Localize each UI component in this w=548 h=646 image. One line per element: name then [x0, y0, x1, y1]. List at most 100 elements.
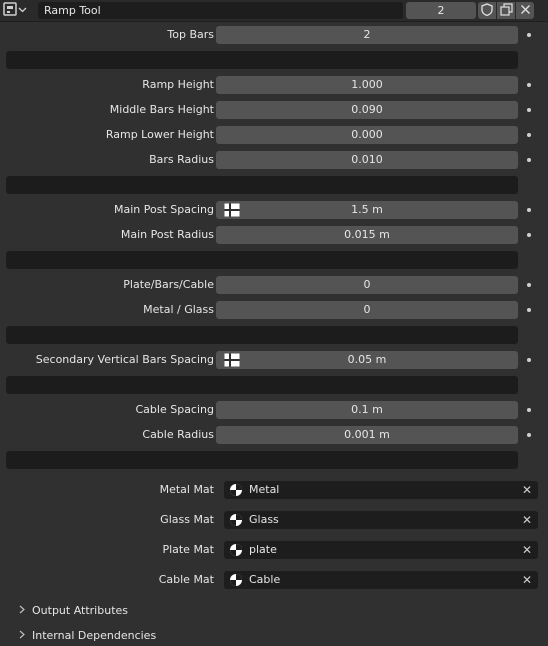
field-label: Plate Mat	[162, 543, 214, 556]
input-row-metal-glass: Metal / Glass 0	[0, 300, 548, 320]
input-row-cable-radius: Cable Radius 0.001 m	[0, 425, 548, 445]
node-tree-type-dropdown[interactable]	[3, 2, 35, 19]
close-icon[interactable]: ✕	[522, 481, 532, 499]
input-row-cable-mat: Cable Mat Cable ✕	[0, 570, 548, 590]
plate-mat-field[interactable]: plate ✕	[224, 541, 538, 559]
socket-dot-icon	[527, 408, 531, 412]
close-icon[interactable]: ✕	[522, 541, 532, 559]
input-row-ramp-height: Ramp Height 1.000	[0, 75, 548, 95]
node-header: Ramp Tool 2	[0, 0, 548, 22]
material-icon	[229, 543, 243, 560]
field-label: Bars Radius	[149, 153, 214, 166]
fake-user-button[interactable]	[478, 2, 496, 19]
top-bars-field[interactable]: 2	[216, 26, 518, 44]
metal-mat-field[interactable]: Metal ✕	[224, 481, 538, 499]
socket-dot-icon	[527, 233, 531, 237]
subpanel-label: Internal Dependencies	[32, 629, 157, 642]
metal-glass-field[interactable]: 0	[216, 301, 518, 319]
socket-dot-icon	[527, 283, 531, 287]
distribute-icon	[224, 353, 240, 373]
separator-bar	[6, 51, 518, 69]
separator-bar	[6, 326, 518, 344]
input-row-main-post-radius: Main Post Radius 0.015 m	[0, 225, 548, 245]
secondary-vertical-bars-spacing-field[interactable]: 0.05 m	[216, 351, 518, 369]
field-label: Plate/Bars/Cable	[123, 278, 214, 291]
input-row-bars-radius: Bars Radius 0.010	[0, 150, 548, 170]
separator-bar	[6, 251, 518, 269]
field-label: Main Post Radius	[120, 228, 214, 241]
chevron-right-icon	[18, 626, 32, 646]
subpanel-output-attributes[interactable]: Output Attributes	[18, 601, 128, 621]
shield-icon	[481, 2, 493, 19]
socket-dot-icon	[527, 83, 531, 87]
material-icon	[229, 513, 243, 530]
bars-radius-field[interactable]: 0.010	[216, 151, 518, 169]
middle-bars-height-field[interactable]: 0.090	[216, 101, 518, 119]
material-name: Glass	[249, 513, 279, 526]
input-row-glass-mat: Glass Mat Glass ✕	[0, 510, 548, 530]
input-row-top-bars: Top Bars 2	[0, 25, 548, 45]
input-row-main-post-spacing: Main Post Spacing 1.5 m	[0, 200, 548, 220]
socket-dot-icon	[527, 133, 531, 137]
field-label: Metal / Glass	[143, 303, 214, 316]
field-label: Main Post Spacing	[113, 203, 214, 216]
close-icon	[520, 4, 531, 18]
input-row-middle-bars-height: Middle Bars Height 0.090	[0, 100, 548, 120]
separator-bar	[6, 376, 518, 394]
socket-dot-icon	[527, 108, 531, 112]
field-label: Ramp Lower Height	[105, 128, 214, 141]
field-value: 0.05 m	[347, 353, 387, 366]
field-label: Cable Mat	[158, 573, 214, 586]
field-label: Cable Spacing	[135, 403, 215, 416]
material-name: Cable	[249, 573, 281, 586]
material-name: Metal	[249, 483, 280, 496]
socket-dot-icon	[527, 308, 531, 312]
cable-mat-field[interactable]: Cable ✕	[224, 571, 538, 589]
socket-dot-icon	[527, 208, 531, 212]
field-label: Cable Radius	[142, 428, 214, 441]
users-count-field[interactable]: 2	[406, 2, 476, 19]
close-icon[interactable]: ✕	[522, 511, 532, 529]
main-post-spacing-field[interactable]: 1.5 m	[216, 201, 518, 219]
field-label: Top Bars	[167, 28, 214, 41]
input-row-metal-mat: Metal Mat Metal ✕	[0, 480, 548, 500]
subpanel-label: Output Attributes	[32, 604, 129, 617]
material-icon	[229, 573, 243, 590]
field-label: Metal Mat	[159, 483, 214, 496]
material-name: plate	[249, 543, 277, 556]
separator-bar	[6, 451, 518, 469]
socket-dot-icon	[527, 158, 531, 162]
duplicate-button[interactable]	[497, 2, 515, 19]
cable-spacing-field[interactable]: 0.1 m	[216, 401, 518, 419]
input-row-cable-spacing: Cable Spacing 0.1 m	[0, 400, 548, 420]
field-label: Secondary Vertical Bars Spacing	[35, 353, 214, 366]
subpanel-internal-dependencies[interactable]: Internal Dependencies	[18, 626, 156, 646]
node-tree-icon	[3, 2, 17, 19]
field-label: Ramp Height	[142, 78, 214, 91]
node-group-name-field[interactable]: Ramp Tool	[38, 2, 403, 19]
input-row-plate-bars-cable: Plate/Bars/Cable 0	[0, 275, 548, 295]
socket-dot-icon	[527, 358, 531, 362]
socket-dot-icon	[527, 433, 531, 437]
main-post-radius-field[interactable]: 0.015 m	[216, 226, 518, 244]
material-icon	[229, 483, 243, 500]
separator-bar	[6, 176, 518, 194]
chevron-right-icon	[18, 601, 32, 621]
ramp-height-field[interactable]: 1.000	[216, 76, 518, 94]
chevron-down-icon	[18, 4, 27, 17]
distribute-icon	[224, 203, 240, 223]
field-label: Middle Bars Height	[109, 103, 214, 116]
unlink-button[interactable]	[516, 2, 534, 19]
field-value: 1.5 m	[351, 203, 383, 216]
input-row-plate-mat: Plate Mat plate ✕	[0, 540, 548, 560]
socket-dot-icon	[527, 33, 531, 37]
input-row-secondary-vertical-bars-spacing: Secondary Vertical Bars Spacing 0.05 m	[0, 350, 548, 370]
glass-mat-field[interactable]: Glass ✕	[224, 511, 538, 529]
field-label: Glass Mat	[160, 513, 214, 526]
cable-radius-field[interactable]: 0.001 m	[216, 426, 518, 444]
input-row-ramp-lower-height: Ramp Lower Height 0.000	[0, 125, 548, 145]
close-icon[interactable]: ✕	[522, 571, 532, 589]
plate-bars-cable-field[interactable]: 0	[216, 276, 518, 294]
ramp-lower-height-field[interactable]: 0.000	[216, 126, 518, 144]
duplicate-icon	[499, 2, 513, 19]
